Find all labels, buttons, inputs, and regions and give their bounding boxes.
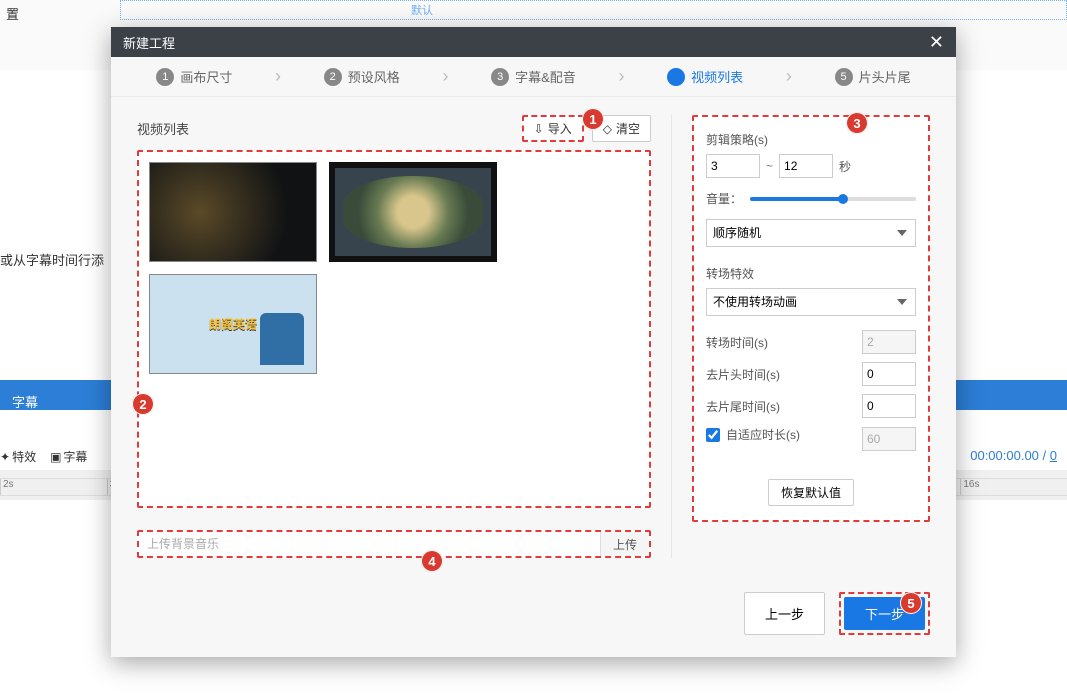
chevron-right-icon: › — [275, 66, 281, 87]
new-project-modal: 新建工程 ✕ 1画布尺寸 › 2预设风格 › 3字幕&配音 › 4视频列表 › … — [111, 27, 956, 657]
volume-label: 音量： — [706, 190, 742, 207]
settings-panel: 剪辑策略(s) ~ 秒 音量： 顺序随机 转场特效 不使用转场动画 — [692, 115, 930, 522]
callout-badge: 4 — [421, 550, 443, 572]
upload-button[interactable]: 上传 — [600, 532, 649, 556]
trim-head-label: 去片头时间(s) — [706, 366, 862, 383]
callout-badge: 2 — [132, 393, 154, 415]
video-thumb[interactable] — [329, 162, 497, 262]
prev-button[interactable]: 上一步 — [744, 592, 825, 635]
video-thumb[interactable] — [149, 162, 317, 262]
transition-time-label: 转场时间(s) — [706, 334, 862, 351]
vertical-divider — [671, 115, 672, 558]
adaptive-label: 自适应时长(s) — [726, 426, 862, 443]
modal-footer: 上一步 下一步 — [111, 564, 956, 657]
import-button[interactable]: ⇩ 导入 — [522, 115, 584, 142]
robot-graphic — [260, 313, 304, 365]
trim-tail-label: 去片尾时间(s) — [706, 398, 862, 415]
seconds-unit: 秒 — [839, 158, 851, 175]
callout-badge: 5 — [900, 592, 922, 614]
video-grid[interactable]: 朗阁英语 — [137, 150, 651, 508]
step-intro-outro[interactable]: 5片头片尾 — [835, 67, 911, 86]
video-thumb[interactable]: 朗阁英语 — [149, 274, 317, 374]
upload-bgm-row: 上传 — [137, 530, 651, 558]
step-subtitle-audio[interactable]: 3字幕&配音 — [491, 67, 576, 86]
step-video-list[interactable]: 4视频列表 — [667, 67, 743, 86]
modal-title: 新建工程 — [123, 33, 175, 52]
callout-badge: 1 — [582, 108, 604, 130]
volume-slider[interactable] — [750, 197, 916, 201]
close-icon[interactable]: ✕ — [929, 32, 944, 53]
restore-defaults-button[interactable]: 恢复默认值 — [768, 479, 854, 506]
thumb-text: 朗阁英语 — [209, 316, 257, 333]
chevron-right-icon: › — [618, 66, 624, 87]
transition-select[interactable]: 不使用转场动画 — [706, 288, 916, 316]
transition-label: 转场特效 — [706, 265, 916, 282]
chevron-right-icon: › — [442, 66, 448, 87]
step-preset-style[interactable]: 2预设风格 — [324, 67, 400, 86]
chevron-right-icon: › — [786, 66, 792, 87]
video-list-title: 视频列表 — [137, 119, 189, 138]
step-canvas-size[interactable]: 1画布尺寸 — [156, 67, 232, 86]
min-duration-input[interactable] — [706, 154, 760, 178]
adaptive-checkbox[interactable] — [706, 428, 720, 442]
trim-head-input[interactable] — [862, 362, 916, 386]
adaptive-value-input — [862, 427, 916, 451]
strategy-select[interactable]: 顺序随机 — [706, 219, 916, 247]
max-duration-input[interactable] — [779, 154, 833, 178]
range-sep: ~ — [766, 159, 773, 173]
stepper: 1画布尺寸 › 2预设风格 › 3字幕&配音 › 4视频列表 › 5片头片尾 — [111, 57, 956, 97]
bgm-input[interactable] — [139, 537, 600, 551]
trim-tail-input[interactable] — [862, 394, 916, 418]
strategy-label: 剪辑策略(s) — [706, 131, 916, 148]
callout-badge: 3 — [846, 112, 868, 134]
modal-header: 新建工程 ✕ — [111, 27, 956, 57]
transition-time-input — [862, 330, 916, 354]
